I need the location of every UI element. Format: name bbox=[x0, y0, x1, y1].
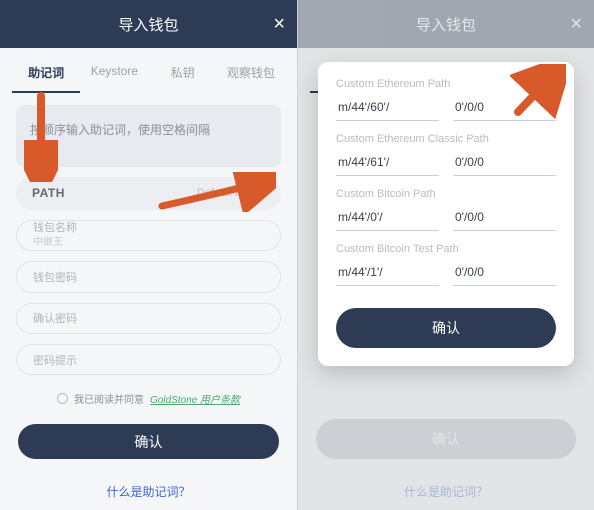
help-link[interactable]: 什么是助记词？ bbox=[16, 473, 281, 510]
path-prefix-input[interactable]: m/44'/0'/ bbox=[336, 204, 439, 231]
path-prefix-input[interactable]: m/44'/1'/ bbox=[336, 259, 439, 286]
password-hint-field[interactable]: 密码提示 bbox=[16, 344, 281, 375]
terms-row[interactable]: 我已阅读并同意 GoldStone 用户条款 bbox=[16, 391, 281, 406]
navbar: 导入钱包 × bbox=[298, 0, 594, 48]
terms-prefix: 我已阅读并同意 bbox=[74, 391, 144, 406]
tabs: 助记词 Keystore 私钥 观察钱包 bbox=[0, 54, 297, 93]
mnemonic-input[interactable]: 按顺序输入助记词，使用空格间隔 bbox=[16, 105, 281, 167]
navbar-title: 导入钱包 bbox=[118, 14, 178, 35]
wallet-password-field[interactable]: 钱包密码 bbox=[16, 261, 281, 292]
path-prefix-input[interactable]: m/44'/60'/ bbox=[336, 94, 439, 121]
screen-import-wallet-modal: 导入钱包 × 助记词 Keystore 私钥 观察钱包 确认 什么是助记词？ C… bbox=[297, 0, 594, 510]
navbar: 导入钱包 × bbox=[0, 0, 297, 48]
path-suffix-input[interactable]: 0'/0/0 bbox=[453, 94, 556, 121]
screen-import-wallet: 导入钱包 × 助记词 Keystore 私钥 观察钱包 按顺序输入助记词，使用空… bbox=[0, 0, 297, 510]
path-group-title: Custom Bitcoin Test Path bbox=[336, 243, 556, 255]
navbar-title: 导入钱包 bbox=[416, 14, 476, 35]
path-group-title: Custom Bitcoin Path bbox=[336, 188, 556, 200]
close-icon[interactable]: × bbox=[273, 14, 285, 34]
path-label: PATH bbox=[32, 186, 65, 200]
chevron-right-icon: › bbox=[261, 187, 265, 199]
tab-mnemonic[interactable]: 助记词 bbox=[12, 54, 80, 93]
path-group-bitcoin: Custom Bitcoin Path m/44'/0'/ 0'/0/0 bbox=[336, 188, 556, 231]
confirm-button: 确认 bbox=[316, 419, 576, 459]
close-icon[interactable]: × bbox=[570, 14, 582, 34]
tab-watch[interactable]: 观察钱包 bbox=[217, 54, 285, 93]
path-group-title: Custom Ethereum Path bbox=[336, 78, 556, 90]
path-suffix-input[interactable]: 0'/0/0 bbox=[453, 149, 556, 176]
help-link: 什么是助记词？ bbox=[314, 473, 578, 510]
confirm-button[interactable]: 确认 bbox=[18, 424, 279, 459]
path-group-bitcoin-test: Custom Bitcoin Test Path m/44'/1'/ 0'/0/… bbox=[336, 243, 556, 286]
path-group-etc: Custom Ethereum Classic Path m/44'/61'/ … bbox=[336, 133, 556, 176]
path-suffix-input[interactable]: 0'/0/0 bbox=[453, 259, 556, 286]
path-row[interactable]: PATH Default Path › bbox=[16, 177, 281, 210]
tab-keystore[interactable]: Keystore bbox=[80, 54, 148, 93]
path-prefix-input[interactable]: m/44'/61'/ bbox=[336, 149, 439, 176]
wallet-password-confirm-field[interactable]: 确认密码 bbox=[16, 303, 281, 334]
checkbox-icon[interactable] bbox=[57, 393, 68, 404]
tab-private-key[interactable]: 私钥 bbox=[149, 54, 217, 93]
path-group-title: Custom Ethereum Classic Path bbox=[336, 133, 556, 145]
path-value: Default Path › bbox=[197, 187, 265, 199]
content: 按顺序输入助记词，使用空格间隔 PATH Default Path › 钱包名称… bbox=[0, 93, 297, 510]
path-group-ethereum: Custom Ethereum Path m/44'/60'/ 0'/0/0 bbox=[336, 78, 556, 121]
wallet-name-field[interactable]: 钱包名称 中继王 bbox=[16, 220, 281, 251]
path-modal: Custom Ethereum Path m/44'/60'/ 0'/0/0 C… bbox=[318, 62, 574, 366]
path-suffix-input[interactable]: 0'/0/0 bbox=[453, 204, 556, 231]
modal-confirm-button[interactable]: 确认 bbox=[336, 308, 556, 348]
terms-link[interactable]: GoldStone 用户条款 bbox=[150, 391, 240, 406]
